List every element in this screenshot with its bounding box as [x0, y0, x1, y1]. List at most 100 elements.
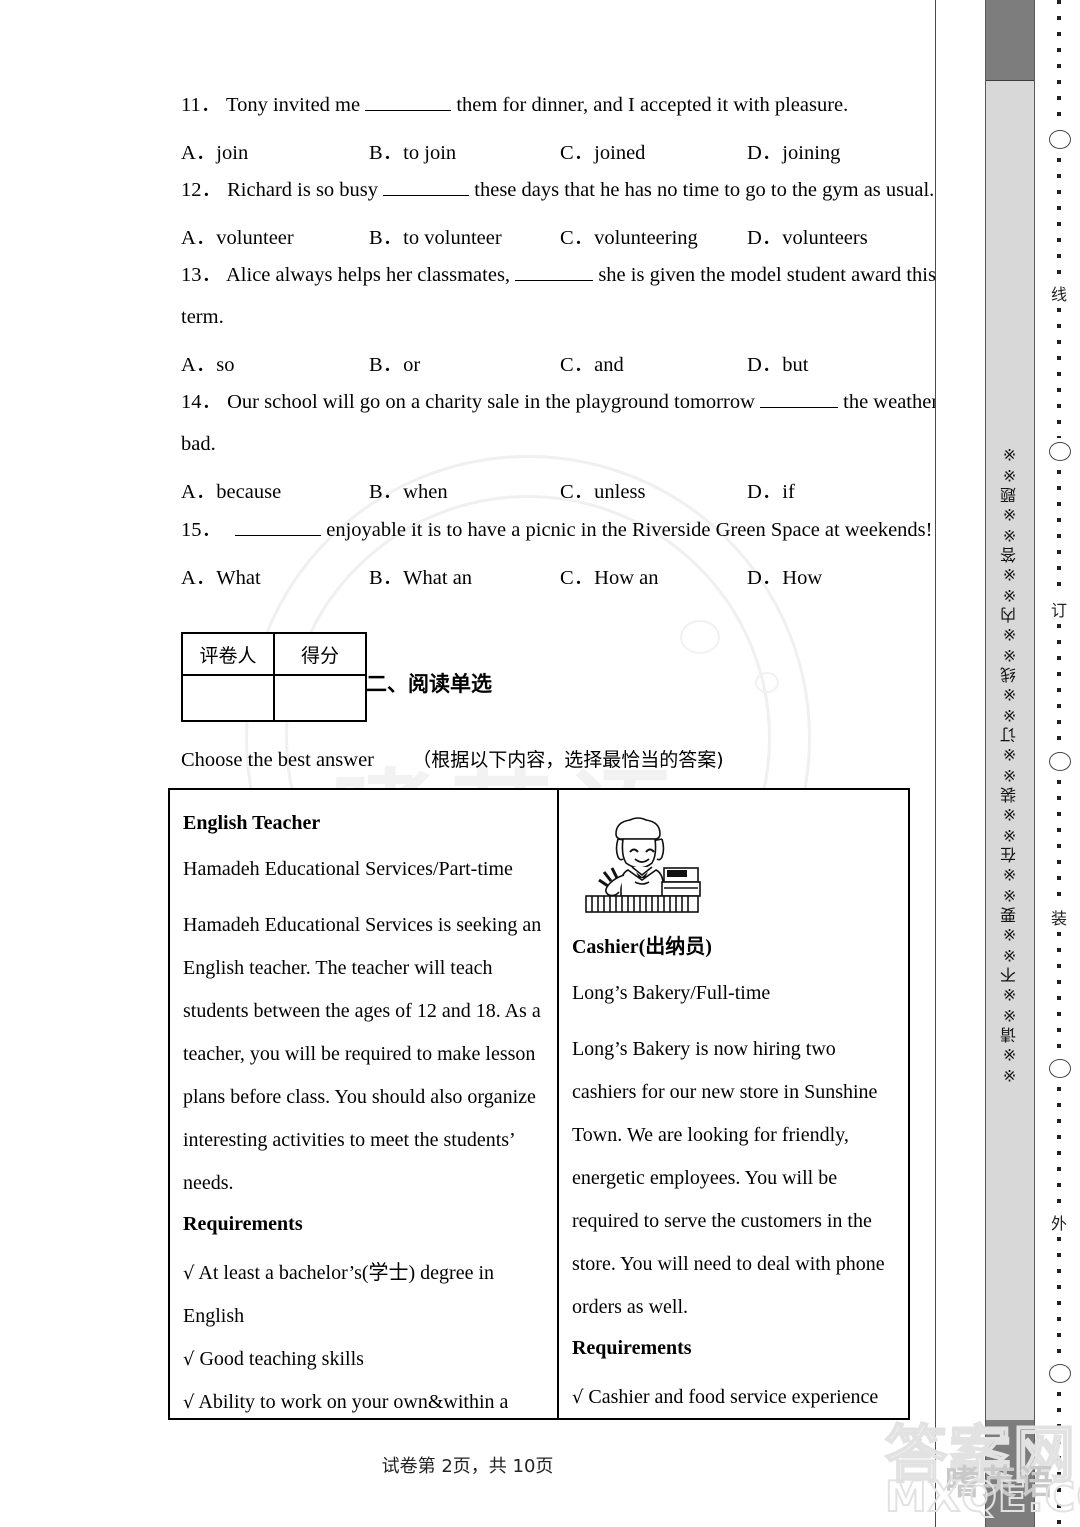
option-a[interactable]: A．so [181, 347, 235, 377]
option-a[interactable]: A．because [181, 474, 281, 504]
fold-dots [1057, 470, 1061, 592]
seal-band-bottom-segment [986, 1420, 1034, 1527]
requirement-text: Ability to work on your own&within a tea… [198, 1391, 509, 1413]
requirement-item: √ At least a bachelor’s(学士) degree in En… [183, 1252, 543, 1338]
requirement-text: Cashier and food service experience [588, 1386, 879, 1408]
score-label: 得分 [273, 632, 367, 676]
ad-requirements-heading: Requirements [571, 1337, 692, 1359]
option-b[interactable]: B．or [369, 347, 420, 377]
seal-band-top-segment [986, 0, 1034, 81]
option-d[interactable]: D．but [747, 347, 809, 377]
question-15-number: 15． [181, 519, 222, 541]
reading-passage-ads: English Teacher Hamadeh Educational Serv… [168, 788, 910, 1420]
option-a[interactable]: A．volunteer [181, 220, 294, 250]
page-footer: 试卷第 2页，共 10页 [381, 1456, 554, 1477]
fold-dots [1057, 158, 1061, 276]
question-15-stem: 15． enjoyable it is to have a picnic in … [181, 517, 933, 543]
option-d[interactable]: D．volunteers [747, 220, 868, 250]
question-14-stem: 14． Our school will go on a charity sale… [181, 389, 957, 415]
option-b[interactable]: B．to volunteer [369, 220, 502, 250]
ad-job-title: Cashier(出纳员) [571, 936, 712, 958]
option-c[interactable]: C．How an [560, 560, 659, 590]
option-d[interactable]: D．joining [747, 135, 840, 165]
question-13-stem: 13． Alice always helps her classmates, s… [181, 262, 936, 288]
question-11-text-before: Tony invited me [226, 94, 361, 116]
option-c[interactable]: C．unless [560, 474, 645, 504]
check-icon: √ [571, 1387, 584, 1408]
requirement-text: At least a bachelor’s(学士) degree in Engl… [183, 1262, 495, 1327]
fold-circle [1049, 1364, 1071, 1383]
requirement-item: √ Ability to work on your own&within a t… [183, 1381, 543, 1418]
option-d[interactable]: D．How [747, 560, 822, 590]
fold-char-wai: 外 [1050, 1214, 1067, 1233]
fold-line-column: 线 订 装 外 [1036, 0, 1080, 1527]
question-12-text-before: Richard is so busy [227, 179, 379, 201]
question-14-stem-wrap: bad. [181, 433, 216, 455]
fold-dots [1057, 1237, 1061, 1359]
question-13-text-after: she is given the model student award thi… [598, 264, 936, 286]
fold-dots [1057, 932, 1061, 1054]
option-a[interactable]: A．join [181, 135, 248, 165]
fold-dots [1057, 1087, 1061, 1205]
option-b[interactable]: B．when [369, 474, 448, 504]
section-instruction: Choose the best answer （根据以下内容，选择最恰当的答案) [181, 745, 724, 772]
option-d[interactable]: D．if [747, 474, 795, 504]
question-13-text-before: Alice always helps her classmates, [226, 264, 511, 286]
option-a[interactable]: A．What [181, 560, 261, 590]
ad-employer-line: Hamadeh Educational Services/Part-time [183, 858, 513, 880]
ad-employer-line: Long’s Bakery/Full-time [571, 982, 771, 1004]
question-12-text-after: these days that he has no time to go to … [474, 179, 935, 201]
question-14-text-before: Our school will go on a charity sale in … [227, 391, 755, 413]
question-13-stem-wrap: term. [181, 306, 224, 328]
exam-page: 嗜英语 11． Tony invited me them for dinner,… [0, 0, 1080, 1527]
question-12-number: 12． [181, 179, 222, 201]
fold-char-zhuang: 装 [1050, 909, 1067, 928]
question-11-stem: 11． Tony invited me them for dinner, and… [181, 92, 848, 118]
question-14-number: 14． [181, 391, 222, 413]
option-c[interactable]: C．joined [560, 135, 645, 165]
ad-description: Long’s Bakery is now hiring two cashiers… [571, 1038, 885, 1318]
answer-blank[interactable] [365, 110, 452, 111]
question-15-text-after: enjoyable it is to have a picnic in the … [326, 519, 933, 541]
fold-circle [1049, 442, 1071, 461]
score-value-cell[interactable] [273, 674, 367, 722]
fold-dots [1057, 780, 1061, 900]
margin-white-band [936, 0, 985, 1527]
option-b[interactable]: B．What an [369, 560, 472, 590]
option-c[interactable]: C．and [560, 347, 624, 377]
ad-requirements-heading: Requirements [183, 1213, 303, 1235]
cashier-at-counter-illustration [585, 817, 701, 913]
ad-description: Hamadeh Educational Services is seeking … [183, 914, 542, 1194]
option-c[interactable]: C．volunteering [560, 220, 698, 250]
requirement-item: √ Cashier and food service experience [572, 1376, 894, 1418]
grader-value-cell[interactable] [181, 674, 275, 722]
ad-cashier: Cashier(出纳员) Long’s Bakery/Full-time Lon… [559, 790, 908, 1418]
fold-dots [1057, 308, 1061, 438]
check-icon: √ [183, 1392, 195, 1413]
option-b[interactable]: B．to join [369, 135, 456, 165]
ad-english-teacher: English Teacher Hamadeh Educational Serv… [170, 790, 559, 1418]
answer-blank[interactable] [760, 407, 839, 408]
score-box: 评卷人 得分 [181, 632, 367, 722]
answer-blank[interactable] [383, 195, 470, 196]
requirement-item: √ Good teaching skills [183, 1338, 543, 1381]
score-box-value-row [181, 674, 367, 722]
section-title: 二、阅读单选 [366, 672, 492, 696]
fold-circle [1049, 130, 1071, 149]
check-icon: √ [183, 1349, 195, 1370]
question-11-text-after: them for dinner, and I accepted it with … [456, 94, 849, 116]
page-edge-line [935, 0, 936, 1527]
fold-dots [1057, 0, 1061, 122]
grader-label: 评卷人 [181, 632, 275, 676]
fold-dots [1057, 624, 1061, 748]
check-icon: √ [183, 1263, 195, 1284]
answer-blank[interactable] [515, 280, 594, 281]
answer-blank[interactable] [235, 535, 322, 536]
fold-circle [1049, 1059, 1071, 1078]
fold-dots [1057, 1392, 1061, 1527]
fold-char-xian: 线 [1050, 285, 1067, 304]
ad-job-title: English Teacher [183, 812, 321, 834]
question-11-number: 11． [181, 94, 222, 116]
requirement-text: Good teaching skills [199, 1348, 364, 1370]
question-12-stem: 12． Richard is so busy these days that h… [181, 177, 934, 203]
